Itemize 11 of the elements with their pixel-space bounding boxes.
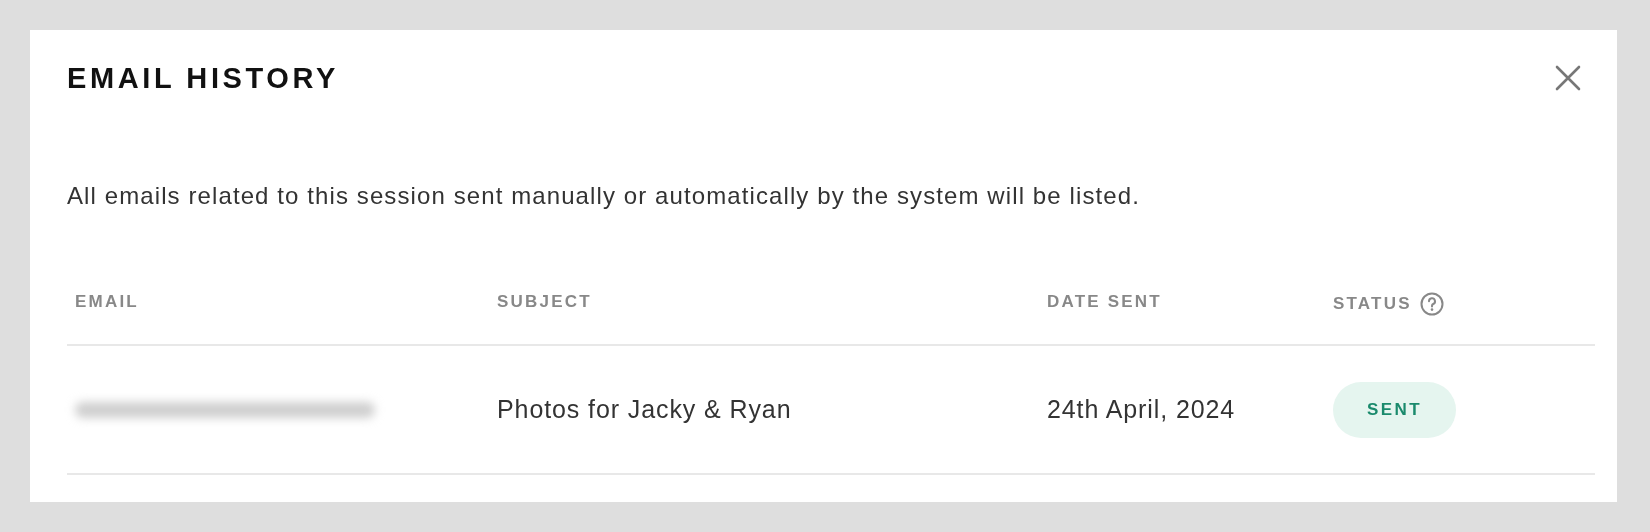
close-icon[interactable] [1555, 65, 1581, 91]
dialog-title: EMAIL HISTORY [67, 61, 339, 95]
help-icon[interactable] [1419, 292, 1444, 316]
table-cell: 24th April, 2024 [1047, 395, 1236, 424]
status-badge: SENT [1333, 381, 1456, 438]
column-header: SUBJECT [497, 292, 592, 312]
column-header: DATE SENT [1047, 292, 1162, 312]
column-header: EMAIL [75, 292, 139, 312]
table-cell: Photos for Jacky & Ryan [497, 395, 792, 424]
column-header: STATUS [1333, 294, 1412, 314]
dialog-description: All emails related to this session sent manually or automatically by the system will be listed. [67, 182, 1141, 210]
